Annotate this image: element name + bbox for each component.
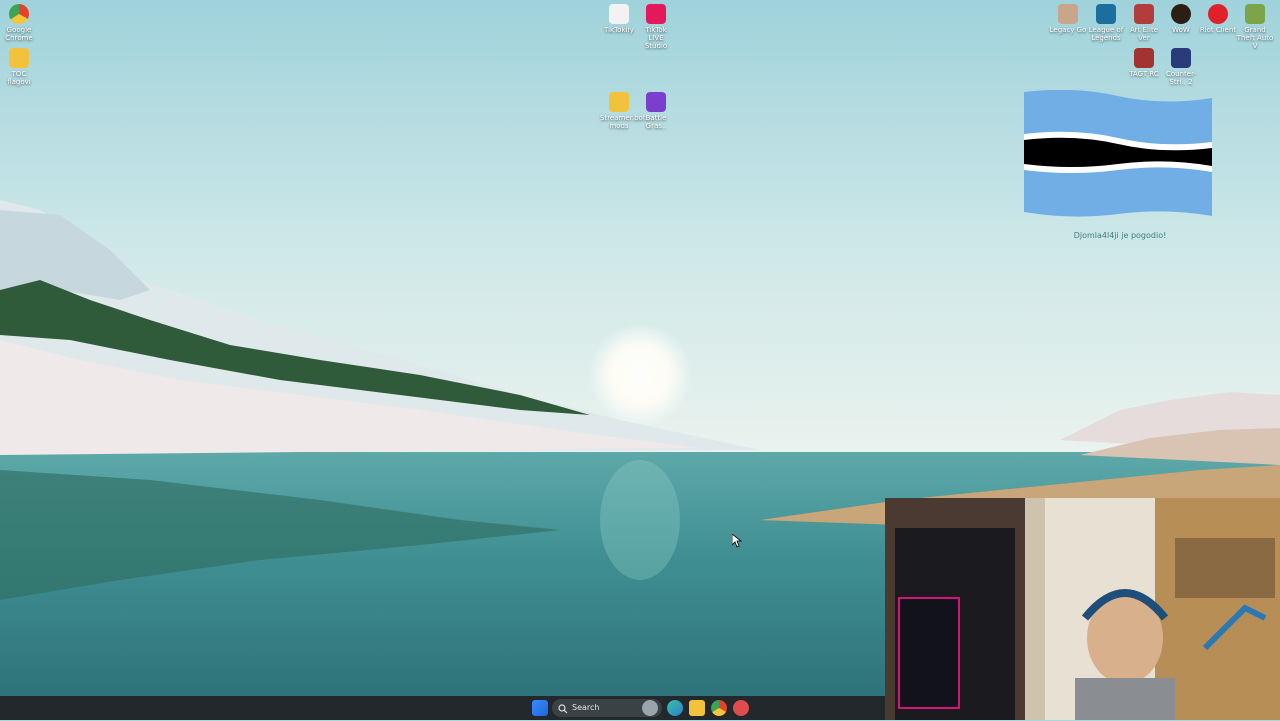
desktop-icon-battle[interactable]: Battle Gras.. — [637, 92, 675, 130]
botswana-flag-widget — [1024, 89, 1212, 218]
search-label: Search — [572, 703, 600, 712]
webcam-overlay — [885, 498, 1280, 720]
search-icon — [558, 703, 568, 721]
desktop-icon-cs2[interactable]: Counter-Stri.. 2 — [1162, 48, 1200, 86]
riot-client-icon — [1208, 4, 1228, 24]
counter-strike-icon — [1171, 48, 1191, 68]
desktop-icon-league[interactable]: League of Legends — [1087, 4, 1125, 42]
folder-icon — [9, 48, 29, 68]
desktop-icon-folder[interactable]: TOC flagovi — [0, 48, 38, 86]
legacy-icon — [1058, 4, 1078, 24]
edge-icon[interactable] — [667, 700, 683, 716]
wow-icon — [1171, 4, 1191, 24]
chrome-icon[interactable] — [711, 700, 727, 716]
game-icon — [1134, 4, 1154, 24]
desktop-icon-folder-center[interactable]: Streamer.bot mods — [600, 92, 646, 130]
desktop-icon-chrome[interactable]: Google Chrome — [0, 4, 38, 42]
desktop-icon-gta[interactable]: Grand Theft Auto V — [1236, 4, 1274, 50]
game-shield-icon — [1134, 48, 1154, 68]
desktop-icon-wow[interactable]: WoW — [1162, 4, 1200, 34]
botswana-flag — [1024, 89, 1212, 217]
desktop-icon-tagt[interactable]: TAGT RC — [1125, 48, 1163, 78]
desktop-icon-legacy[interactable]: Legacy Go — [1049, 4, 1087, 34]
gta-icon — [1245, 4, 1265, 24]
folder-icon — [609, 92, 629, 112]
flag-caption: Djomla4l4ji je pogodio! — [1073, 231, 1167, 240]
snipping-icon[interactable] — [733, 700, 749, 716]
streamer-webcam-feed — [885, 498, 1280, 720]
file-explorer-icon[interactable] — [689, 700, 705, 716]
taskbar: Search — [0, 696, 885, 720]
mouse-cursor-icon — [731, 533, 743, 552]
start-icon[interactable] — [532, 700, 548, 716]
tiktok-live-studio-icon — [646, 4, 666, 24]
desktop-icon-tiktok-live-studio[interactable]: TikTok LIVE Studio — [637, 4, 675, 50]
chrome-icon — [9, 4, 29, 24]
tiktokify-icon — [609, 4, 629, 24]
desktop-icon-riot[interactable]: Riot Client — [1199, 4, 1237, 34]
league-of-legends-icon — [1096, 4, 1116, 24]
widget-icon[interactable] — [642, 700, 658, 716]
desktop-icon-art[interactable]: Art Elite Ver — [1125, 4, 1163, 42]
battle-app-icon — [646, 92, 666, 112]
desktop-icon-tiktokify[interactable]: TikTokify — [600, 4, 638, 34]
